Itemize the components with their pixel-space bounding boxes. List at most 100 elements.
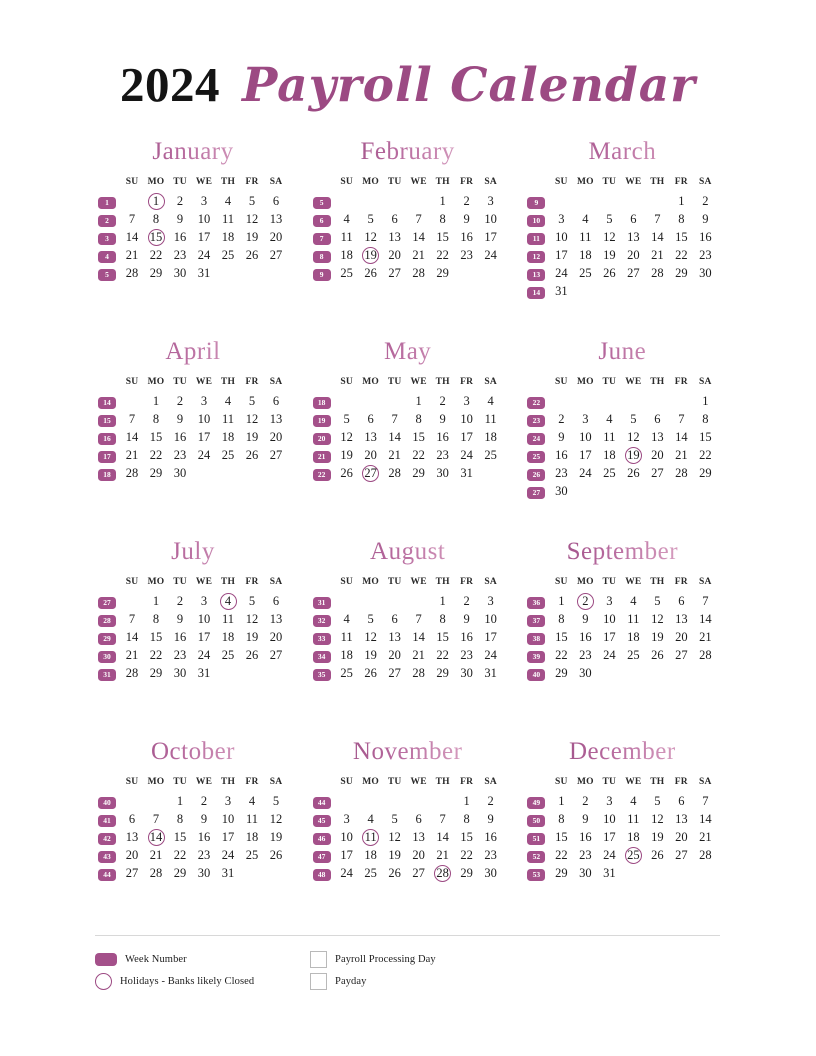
day-cell[interactable]: 7 bbox=[645, 210, 669, 228]
week-number-badge[interactable]: 52 bbox=[527, 851, 546, 863]
day-cell[interactable]: 22 bbox=[144, 446, 168, 464]
day-cell[interactable]: 27 bbox=[645, 464, 669, 482]
day-cell[interactable]: 14 bbox=[669, 428, 693, 446]
day-cell[interactable]: 8 bbox=[144, 610, 168, 628]
day-cell[interactable]: 30 bbox=[168, 264, 192, 282]
week-number-badge[interactable]: 42 bbox=[98, 833, 116, 845]
day-cell[interactable]: 3 bbox=[573, 410, 597, 428]
day-cell[interactable]: 27 bbox=[621, 264, 645, 282]
day-cell[interactable]: 29 bbox=[144, 264, 168, 282]
week-number-badge[interactable]: 46 bbox=[312, 833, 331, 845]
holiday-day-cell[interactable]: 28 bbox=[431, 864, 455, 882]
day-cell[interactable]: 21 bbox=[144, 846, 168, 864]
day-cell[interactable]: 13 bbox=[669, 810, 693, 828]
day-cell[interactable]: 20 bbox=[120, 846, 144, 864]
day-cell[interactable]: 31 bbox=[479, 664, 503, 682]
day-cell[interactable]: 14 bbox=[407, 628, 431, 646]
day-cell[interactable]: 8 bbox=[549, 810, 573, 828]
day-cell[interactable]: 1 bbox=[168, 792, 192, 810]
day-cell[interactable]: 25 bbox=[216, 246, 240, 264]
day-cell[interactable]: 13 bbox=[264, 210, 288, 228]
day-cell[interactable]: 17 bbox=[192, 628, 216, 646]
week-number-badge[interactable]: 36 bbox=[527, 597, 546, 609]
day-cell[interactable]: 12 bbox=[621, 428, 645, 446]
day-cell[interactable]: 13 bbox=[621, 228, 645, 246]
day-cell[interactable]: 2 bbox=[168, 192, 192, 210]
day-cell[interactable]: 21 bbox=[669, 446, 693, 464]
day-cell[interactable]: 29 bbox=[407, 464, 431, 482]
day-cell[interactable]: 15 bbox=[168, 828, 192, 846]
day-cell[interactable]: 28 bbox=[120, 664, 144, 682]
day-cell[interactable]: 24 bbox=[597, 646, 621, 664]
day-cell[interactable]: 1 bbox=[549, 592, 573, 610]
day-cell[interactable]: 4 bbox=[335, 610, 359, 628]
day-cell[interactable]: 6 bbox=[621, 210, 645, 228]
day-cell[interactable]: 21 bbox=[120, 646, 144, 664]
week-number-badge[interactable]: 50 bbox=[527, 815, 546, 827]
day-cell[interactable]: 12 bbox=[359, 228, 383, 246]
day-cell[interactable]: 2 bbox=[455, 192, 479, 210]
day-cell[interactable]: 26 bbox=[240, 646, 264, 664]
week-number-badge[interactable]: 5 bbox=[98, 269, 116, 281]
day-cell[interactable]: 20 bbox=[621, 246, 645, 264]
day-cell[interactable]: 4 bbox=[216, 192, 240, 210]
day-cell[interactable]: 23 bbox=[693, 246, 717, 264]
day-cell[interactable]: 22 bbox=[407, 446, 431, 464]
day-cell[interactable]: 13 bbox=[383, 628, 407, 646]
week-number-badge[interactable]: 14 bbox=[527, 287, 546, 299]
day-cell[interactable]: 29 bbox=[431, 264, 455, 282]
day-cell[interactable]: 9 bbox=[549, 428, 573, 446]
day-cell[interactable]: 18 bbox=[216, 228, 240, 246]
day-cell[interactable]: 12 bbox=[359, 628, 383, 646]
day-cell[interactable]: 17 bbox=[455, 428, 479, 446]
day-cell[interactable]: 18 bbox=[573, 246, 597, 264]
holiday-day-cell[interactable]: 14 bbox=[144, 828, 168, 846]
day-cell[interactable]: 14 bbox=[383, 428, 407, 446]
day-cell[interactable]: 6 bbox=[383, 210, 407, 228]
day-cell[interactable]: 25 bbox=[597, 464, 621, 482]
week-number-badge[interactable]: 13 bbox=[527, 269, 546, 281]
day-cell[interactable]: 22 bbox=[455, 846, 479, 864]
day-cell[interactable]: 6 bbox=[669, 592, 693, 610]
day-cell[interactable]: 15 bbox=[431, 228, 455, 246]
day-cell[interactable]: 13 bbox=[359, 428, 383, 446]
day-cell[interactable]: 20 bbox=[383, 646, 407, 664]
day-cell[interactable]: 30 bbox=[168, 464, 192, 482]
week-number-badge[interactable]: 2 bbox=[98, 215, 116, 227]
day-cell[interactable]: 27 bbox=[264, 446, 288, 464]
day-cell[interactable]: 25 bbox=[216, 646, 240, 664]
day-cell[interactable]: 18 bbox=[621, 628, 645, 646]
day-cell[interactable]: 16 bbox=[549, 446, 573, 464]
day-cell[interactable]: 5 bbox=[335, 410, 359, 428]
day-cell[interactable]: 9 bbox=[431, 410, 455, 428]
week-number-badge[interactable]: 22 bbox=[312, 469, 331, 481]
day-cell[interactable]: 6 bbox=[669, 792, 693, 810]
day-cell[interactable]: 16 bbox=[431, 428, 455, 446]
day-cell[interactable]: 16 bbox=[192, 828, 216, 846]
week-number-badge[interactable]: 51 bbox=[527, 833, 546, 845]
day-cell[interactable]: 23 bbox=[168, 646, 192, 664]
week-number-badge[interactable]: 29 bbox=[98, 633, 116, 645]
day-cell[interactable]: 28 bbox=[693, 846, 717, 864]
day-cell[interactable]: 3 bbox=[192, 592, 216, 610]
day-cell[interactable]: 3 bbox=[216, 792, 240, 810]
day-cell[interactable]: 6 bbox=[120, 810, 144, 828]
day-cell[interactable]: 3 bbox=[192, 192, 216, 210]
day-cell[interactable]: 8 bbox=[144, 410, 168, 428]
day-cell[interactable]: 18 bbox=[335, 246, 359, 264]
day-cell[interactable]: 6 bbox=[359, 410, 383, 428]
day-cell[interactable]: 6 bbox=[645, 410, 669, 428]
week-number-badge[interactable]: 10 bbox=[527, 215, 546, 227]
holiday-day-cell[interactable]: 2 bbox=[573, 592, 597, 610]
week-number-badge[interactable]: 31 bbox=[98, 669, 116, 681]
day-cell[interactable]: 28 bbox=[383, 464, 407, 482]
week-number-badge[interactable]: 31 bbox=[312, 597, 331, 609]
day-cell[interactable]: 22 bbox=[144, 646, 168, 664]
day-cell[interactable]: 5 bbox=[264, 792, 288, 810]
day-cell[interactable]: 14 bbox=[431, 828, 455, 846]
day-cell[interactable]: 16 bbox=[168, 428, 192, 446]
week-number-badge[interactable]: 30 bbox=[98, 651, 116, 663]
day-cell[interactable]: 1 bbox=[431, 592, 455, 610]
day-cell[interactable]: 14 bbox=[120, 428, 144, 446]
week-number-badge[interactable]: 4 bbox=[98, 251, 116, 263]
